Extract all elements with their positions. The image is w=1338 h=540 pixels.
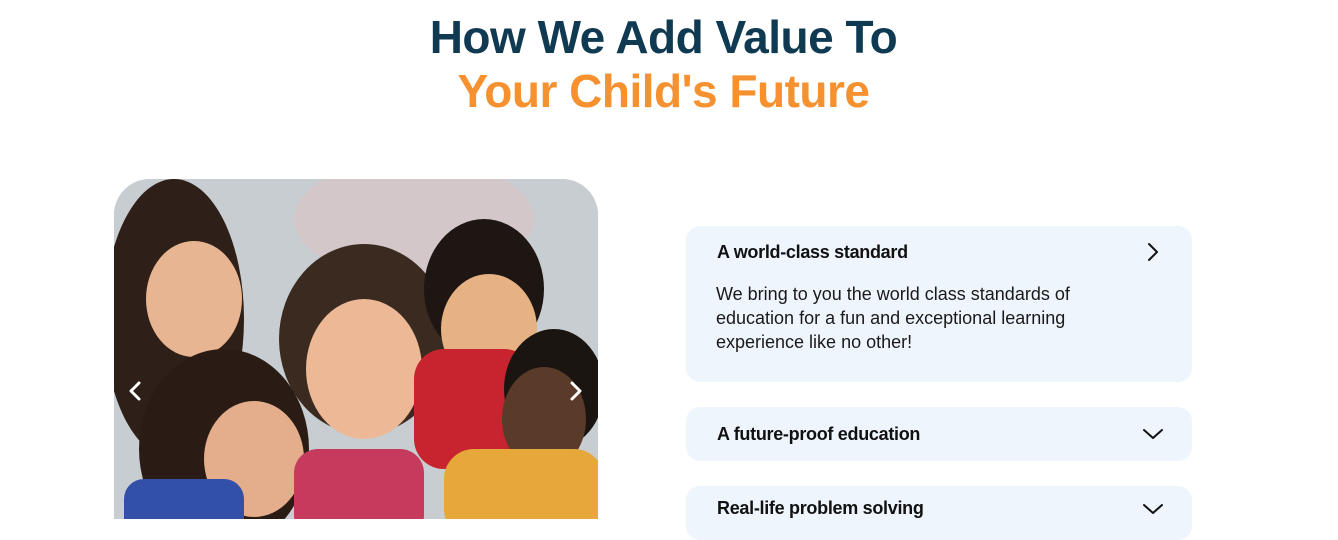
- children-photo-illustration: [114, 179, 598, 519]
- chevron-left-icon: [129, 381, 141, 401]
- accordion-item-future-proof[interactable]: A future-proof education: [686, 407, 1192, 461]
- carousel-next-button[interactable]: [563, 379, 587, 403]
- heading-line-1: How We Add Value To: [429, 11, 898, 63]
- accordion-body: We bring to you the world class standard…: [716, 284, 1070, 352]
- section-heading: How We Add Value To Your Child's Future: [0, 10, 1327, 118]
- carousel-prev-button[interactable]: [124, 379, 148, 403]
- accordion-title[interactable]: A world-class standard: [717, 242, 908, 263]
- accordion-title[interactable]: Real-life problem solving: [717, 498, 924, 519]
- accordion-item-world-class[interactable]: A world-class standard We bring to you t…: [686, 226, 1192, 382]
- chevron-down-icon[interactable]: [1142, 423, 1164, 445]
- chevron-right-icon: [570, 381, 582, 401]
- accordion-title[interactable]: A future-proof education: [717, 424, 920, 445]
- heading-line-2: Your Child's Future: [457, 65, 870, 117]
- accordion-item-problem-solving[interactable]: Real-life problem solving: [686, 486, 1192, 540]
- chevron-right-icon[interactable]: [1142, 241, 1164, 263]
- carousel-image: [114, 179, 598, 519]
- chevron-down-icon[interactable]: [1142, 498, 1164, 520]
